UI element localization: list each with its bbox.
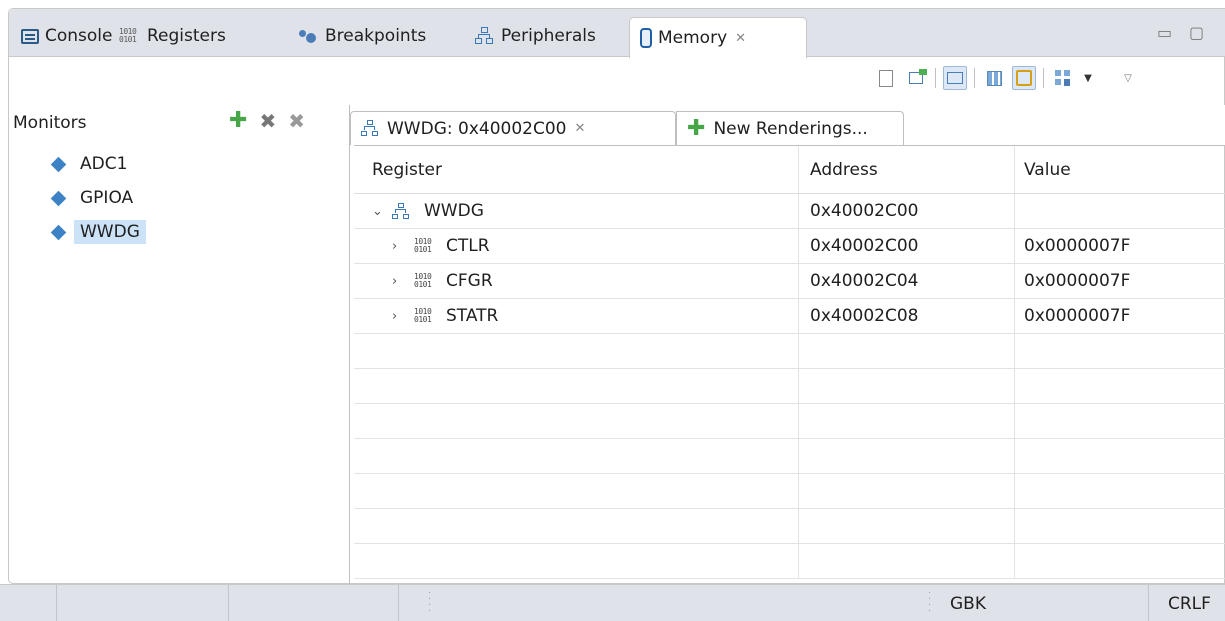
monitors-actions: ✚ ✖ ✖ <box>229 110 305 132</box>
close-rendering-icon[interactable]: ✕ <box>574 121 585 136</box>
toggle-columns-button[interactable] <box>982 66 1006 90</box>
table-row-group[interactable]: ⌄ WWDG 0x40002C00 <box>354 194 1225 229</box>
monitors-title: Monitors <box>13 113 87 133</box>
layout-button[interactable] <box>1051 66 1075 90</box>
console-icon <box>21 28 39 44</box>
peripherals-icon <box>361 120 379 137</box>
chevron-down-icon[interactable]: ⌄ <box>372 204 386 219</box>
layout-dropdown-button[interactable]: ▼ <box>1081 66 1095 90</box>
empty-row <box>354 544 1225 579</box>
header-register[interactable]: Register <box>354 160 798 180</box>
sync-icon <box>1016 70 1032 86</box>
table-header: Register Address Value <box>354 146 1225 194</box>
add-monitor-icon[interactable]: ✚ <box>229 110 247 132</box>
monitor-diamond-icon <box>50 190 67 206</box>
monitors-pane: Monitors ✚ ✖ ✖ ADC1 GPIOA WWDG <box>9 105 349 583</box>
tab-wwdg-rendering[interactable]: WWDG: 0x40002C00 ✕ <box>350 111 676 145</box>
link-rendering-button[interactable] <box>904 66 928 90</box>
monitor-item-gpioa[interactable]: GPIOA <box>9 181 349 215</box>
register-icon: 1010 0101 <box>414 307 432 324</box>
empty-row <box>354 509 1225 544</box>
status-separator-handle[interactable]: · · · · <box>428 589 431 617</box>
tab-console[interactable]: Console <box>11 17 113 55</box>
layout-icon <box>1055 70 1071 86</box>
rendering-pane: WWDG: 0x40002C00 ✕ ✚ New Renderings... R… <box>349 105 1225 584</box>
remove-all-monitors-icon[interactable]: ✖ <box>288 111 305 131</box>
header-address[interactable]: Address <box>798 160 1014 180</box>
status-line-ending[interactable]: CRLF <box>1168 594 1211 614</box>
maximize-icon[interactable]: ▢ <box>1189 23 1204 42</box>
remove-monitor-icon[interactable]: ✖ <box>259 111 276 131</box>
chevron-right-icon[interactable]: › <box>392 309 406 324</box>
columns-icon <box>986 70 1002 86</box>
status-separator-handle[interactable]: · · · · <box>928 589 931 617</box>
add-rendering-icon: ✚ <box>687 115 706 141</box>
chevron-right-icon[interactable]: › <box>392 274 406 289</box>
chevron-right-icon[interactable]: › <box>392 239 406 254</box>
empty-row <box>354 474 1225 509</box>
rendering-tabs: WWDG: 0x40002C00 ✕ ✚ New Renderings... <box>350 105 1225 145</box>
memory-view: Console 1010 0101 Registers Breakpoints P… <box>8 8 1225 584</box>
peripherals-icon <box>475 27 495 45</box>
tab-breakpoints[interactable]: Breakpoints <box>289 17 426 55</box>
peripherals-icon <box>392 202 410 220</box>
header-value[interactable]: Value <box>1014 160 1225 180</box>
new-memory-view-button[interactable] <box>874 66 898 90</box>
table-row[interactable]: › 1010 0101 CTLR 0x40002C00 0x0000007F <box>354 229 1225 264</box>
tab-registers[interactable]: 1010 0101 Registers <box>109 17 226 55</box>
monitor-list: ADC1 GPIOA WWDG <box>9 147 349 249</box>
empty-row <box>354 404 1225 439</box>
empty-row <box>354 369 1225 404</box>
status-bar: · · · · · · · · GBK CRLF <box>0 584 1225 621</box>
monitor-diamond-icon <box>50 156 67 172</box>
memory-icon <box>640 28 652 48</box>
tab-memory[interactable]: Memory ✕ <box>629 17 807 58</box>
register-icon: 1010 0101 <box>414 237 432 254</box>
monitor-item-adc1[interactable]: ADC1 <box>9 147 349 181</box>
register-table: Register Address Value ⌄ WWDG 0x40002C00… <box>354 145 1225 579</box>
empty-row <box>354 334 1225 369</box>
breakpoints-icon <box>299 29 319 43</box>
memory-toolbar: ▼ ▽ <box>871 63 1143 93</box>
view-tab-strip: Console 1010 0101 Registers Breakpoints P… <box>9 9 1225 58</box>
view-menu-button[interactable]: ▽ <box>1116 66 1140 90</box>
tab-new-renderings[interactable]: ✚ New Renderings... <box>676 111 904 145</box>
register-icon: 1010 0101 <box>414 272 432 289</box>
monitor-item-wwdg[interactable]: WWDG <box>9 215 349 249</box>
split-pane-icon <box>947 72 963 84</box>
close-tab-icon[interactable]: ✕ <box>735 31 746 46</box>
view-menu-icon: ▽ <box>1124 72 1132 84</box>
status-encoding[interactable]: GBK <box>950 594 986 614</box>
toggle-split-button[interactable] <box>943 66 967 90</box>
registers-icon: 1010 0101 <box>119 27 137 44</box>
minimize-icon[interactable]: ▭ <box>1157 23 1172 42</box>
table-row[interactable]: › 1010 0101 CFGR 0x40002C04 0x0000007F <box>354 264 1225 299</box>
tab-peripherals[interactable]: Peripherals <box>465 17 596 55</box>
empty-row <box>354 439 1225 474</box>
new-page-icon <box>879 69 893 87</box>
dropdown-arrow-icon: ▼ <box>1084 72 1092 84</box>
monitor-diamond-icon <box>50 224 67 240</box>
toggle-sync-button[interactable] <box>1012 66 1036 90</box>
table-row[interactable]: › 1010 0101 STATR 0x40002C08 0x0000007F <box>354 299 1225 334</box>
